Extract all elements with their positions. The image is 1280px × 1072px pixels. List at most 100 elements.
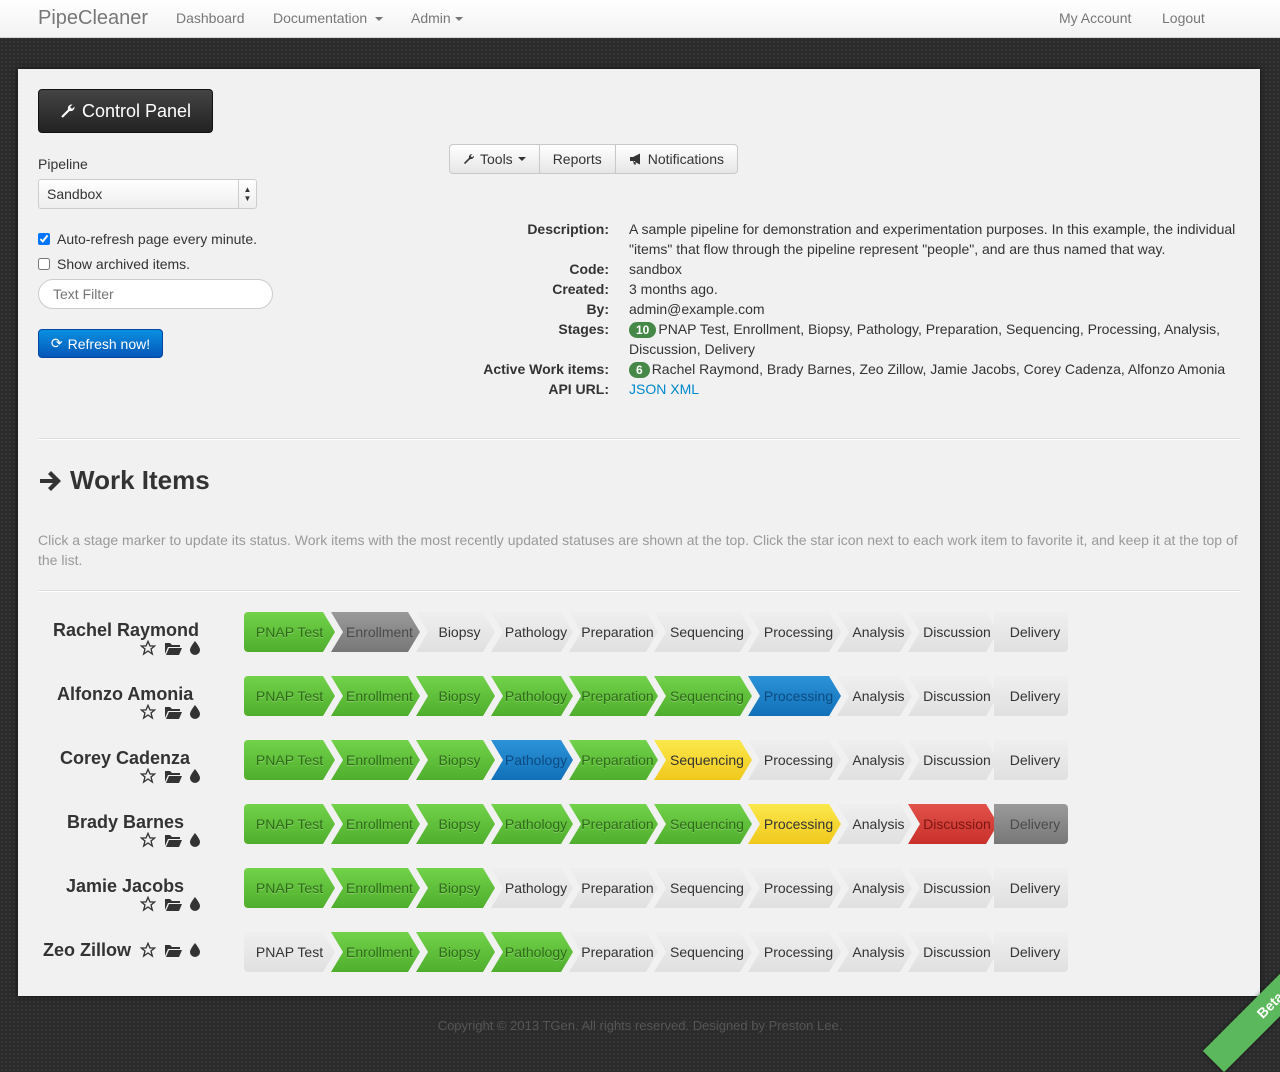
brand-logo[interactable]: PipeCleaner xyxy=(38,7,148,30)
stage-marker[interactable]: PNAP Test xyxy=(244,932,335,972)
stage-marker[interactable]: Biopsy xyxy=(416,932,495,972)
drop-icon[interactable] xyxy=(190,705,200,719)
api-xml-link[interactable]: XML xyxy=(670,381,699,397)
nav-dashboard[interactable]: Dashboard xyxy=(176,10,245,26)
stage-marker[interactable]: Preparation xyxy=(569,804,658,844)
refresh-now-button[interactable]: ⟳ Refresh now! xyxy=(38,329,163,358)
stage-marker[interactable]: Preparation xyxy=(569,868,658,908)
stage-marker[interactable]: Discussion xyxy=(908,740,998,780)
stage-marker[interactable]: Discussion xyxy=(908,804,998,844)
stage-marker[interactable]: Pathology xyxy=(491,740,573,780)
nav-my-account[interactable]: My Account xyxy=(1059,10,1131,26)
stage-tracker: PNAP Test Enrollment Biopsy Pathology Prepar… xyxy=(244,932,1068,972)
text-filter-input[interactable] xyxy=(38,279,273,309)
stage-marker[interactable]: Pathology xyxy=(491,868,573,908)
stage-marker[interactable]: Sequencing xyxy=(654,676,752,716)
stage-marker[interactable]: PNAP Test xyxy=(244,676,335,716)
stage-tracker: PNAP Test Enrollment Biopsy Pathology Prepar… xyxy=(244,676,1068,716)
drop-icon[interactable] xyxy=(190,641,200,655)
drop-icon[interactable] xyxy=(190,897,200,911)
stage-marker[interactable]: Biopsy xyxy=(416,676,495,716)
star-icon[interactable] xyxy=(140,896,156,912)
stage-marker[interactable]: Sequencing xyxy=(654,612,752,652)
stage-marker[interactable]: PNAP Test xyxy=(244,868,335,908)
stage-marker[interactable]: PNAP Test xyxy=(244,740,335,780)
control-panel-button[interactable]: Control Panel xyxy=(38,89,213,133)
nav-logout[interactable]: Logout xyxy=(1162,10,1205,26)
star-icon[interactable] xyxy=(140,768,156,784)
stage-marker[interactable]: Enrollment xyxy=(331,804,420,844)
stage-marker[interactable]: Delivery xyxy=(994,804,1068,844)
stage-marker[interactable]: Analysis xyxy=(837,804,912,844)
stage-marker[interactable]: Sequencing xyxy=(654,932,752,972)
folder-open-icon[interactable] xyxy=(164,943,182,957)
stage-marker[interactable]: Analysis xyxy=(837,676,912,716)
stage-marker[interactable]: Analysis xyxy=(837,932,912,972)
show-archived-checkbox[interactable]: Show archived items. xyxy=(38,256,190,272)
nav-admin[interactable]: Admin xyxy=(411,10,463,26)
stage-marker[interactable]: Processing xyxy=(748,932,841,972)
stage-marker[interactable]: Biopsy xyxy=(416,740,495,780)
stage-marker[interactable]: Discussion xyxy=(908,932,998,972)
stage-marker[interactable]: Analysis xyxy=(837,740,912,780)
stage-marker[interactable]: Enrollment xyxy=(331,676,420,716)
stage-marker[interactable]: PNAP Test xyxy=(244,612,335,652)
stage-marker[interactable]: Preparation xyxy=(569,740,658,780)
created-key: Created: xyxy=(552,281,609,297)
stage-marker[interactable]: Preparation xyxy=(569,612,658,652)
stage-marker[interactable]: Discussion xyxy=(908,676,998,716)
stage-marker[interactable]: Discussion xyxy=(908,612,998,652)
stage-marker[interactable]: Analysis xyxy=(837,612,912,652)
stage-marker[interactable]: Delivery xyxy=(994,868,1068,908)
star-icon[interactable] xyxy=(140,704,156,720)
folder-open-icon[interactable] xyxy=(164,769,182,783)
stage-marker[interactable]: Pathology xyxy=(491,932,573,972)
folder-open-icon[interactable] xyxy=(164,833,182,847)
stage-marker[interactable]: Sequencing xyxy=(654,804,752,844)
stage-marker[interactable]: Processing xyxy=(748,676,841,716)
stage-marker[interactable]: Processing xyxy=(748,612,841,652)
stage-marker[interactable]: Processing xyxy=(748,740,841,780)
stage-marker[interactable]: PNAP Test xyxy=(244,804,335,844)
stage-marker[interactable]: Enrollment xyxy=(331,740,420,780)
stage-marker[interactable]: Pathology xyxy=(491,804,573,844)
stage-marker[interactable]: Preparation xyxy=(569,676,658,716)
stage-marker[interactable]: Processing xyxy=(748,804,841,844)
stage-marker[interactable]: Biopsy xyxy=(416,804,495,844)
stage-marker[interactable]: Analysis xyxy=(837,868,912,908)
drop-icon[interactable] xyxy=(190,943,200,957)
stage-marker[interactable]: Biopsy xyxy=(416,612,495,652)
stage-marker[interactable]: Delivery xyxy=(994,740,1068,780)
stage-marker[interactable]: Sequencing xyxy=(654,740,752,780)
stage-marker[interactable]: Enrollment xyxy=(331,612,420,652)
folder-open-icon[interactable] xyxy=(164,897,182,911)
notifications-button[interactable]: Notifications xyxy=(615,144,738,174)
stage-marker[interactable]: Processing xyxy=(748,868,841,908)
stage-marker[interactable]: Enrollment xyxy=(331,868,420,908)
drop-icon[interactable] xyxy=(190,769,200,783)
stage-marker[interactable]: Enrollment xyxy=(331,932,420,972)
stage-marker[interactable]: Pathology xyxy=(491,612,573,652)
stage-marker[interactable]: Delivery xyxy=(994,676,1068,716)
drop-icon[interactable] xyxy=(190,833,200,847)
stage-marker[interactable]: Biopsy xyxy=(416,868,495,908)
star-icon[interactable] xyxy=(140,832,156,848)
stage-marker[interactable]: Pathology xyxy=(491,676,573,716)
stage-marker[interactable]: Sequencing xyxy=(654,868,752,908)
api-json-link[interactable]: JSON xyxy=(629,381,666,397)
tools-button[interactable]: Tools xyxy=(449,144,540,174)
stage-marker[interactable]: Delivery xyxy=(994,932,1068,972)
pipeline-select[interactable]: Sandbox ▲ ▼ xyxy=(38,179,257,209)
auto-refresh-input[interactable] xyxy=(38,233,50,245)
nav-documentation[interactable]: Documentation xyxy=(273,10,384,26)
star-icon[interactable] xyxy=(140,942,156,958)
auto-refresh-checkbox[interactable]: Auto-refresh page every minute. xyxy=(38,231,257,247)
star-icon[interactable] xyxy=(140,640,156,656)
stage-marker[interactable]: Delivery xyxy=(994,612,1068,652)
show-archived-input[interactable] xyxy=(38,258,50,270)
folder-open-icon[interactable] xyxy=(164,705,182,719)
stage-marker[interactable]: Discussion xyxy=(908,868,998,908)
reports-button[interactable]: Reports xyxy=(539,144,616,174)
folder-open-icon[interactable] xyxy=(164,641,182,655)
stage-marker[interactable]: Preparation xyxy=(569,932,658,972)
